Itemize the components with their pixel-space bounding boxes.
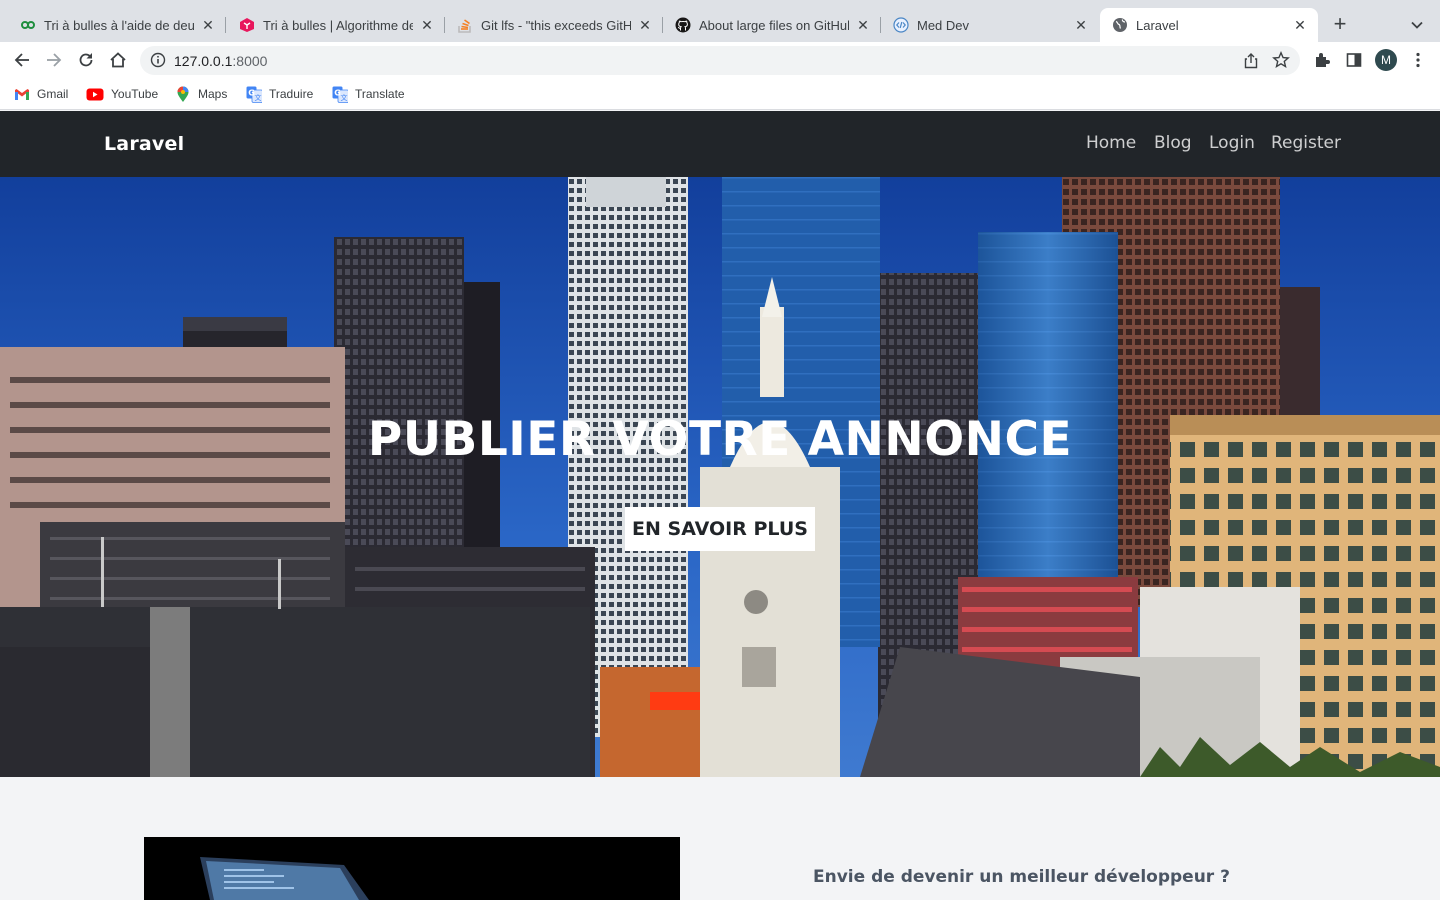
star-icon[interactable] [1272,51,1290,69]
globe-icon [1112,17,1128,33]
url-host: 127.0.0.1 [174,53,233,69]
address-bar[interactable]: 127.0.0.1:8000 [140,46,1300,75]
share-icon[interactable] [1242,52,1260,70]
reload-icon[interactable] [74,48,98,72]
translate-icon: G文 [246,86,262,103]
tab-strip: Tri à bulles à l'aide de deux ✕ Tri à bu… [0,0,1440,42]
youtube-icon [86,86,104,102]
url-text[interactable]: 127.0.0.1:8000 [174,53,267,69]
back-icon[interactable] [10,48,34,72]
close-icon[interactable]: ✕ [1073,17,1089,33]
tab-title: Laravel [1136,17,1179,33]
intro-section: Envie de devenir un meilleur développeur… [0,777,1440,900]
bookmark-label: Maps [198,87,228,101]
tab-3[interactable]: Git lfs - "this exceeds GitHu ✕ [445,8,663,42]
extensions-icon[interactable] [1312,50,1332,70]
svg-text:文: 文 [255,93,262,102]
bookmark-label: Gmail [37,87,69,101]
translate-icon: G文 [332,86,348,103]
site-navbar: Laravel Home Blog Login Register [0,111,1440,177]
site-brand[interactable]: Laravel [104,133,184,155]
gmail-icon [14,86,30,102]
github-icon [675,17,691,33]
tab-title: Tri à bulles à l'aide de deux [44,17,194,33]
hero-banner: PUBLIER VOTRE ANNONCE EN SAVOIR PLUS [0,177,1440,777]
maps-icon [175,86,191,102]
bookmark-label: YouTube [111,87,159,101]
laptop-image [144,837,680,900]
nav-link-register[interactable]: Register [1271,133,1341,153]
url-port: :8000 [232,53,268,69]
close-icon[interactable]: ✕ [637,17,653,33]
menu-kebab-icon[interactable] [1408,50,1428,70]
tab-6-active[interactable]: Laravel ✕ [1100,8,1318,42]
code-globe-icon [893,17,909,33]
browser-toolbar: 127.0.0.1:8000 M [0,42,1440,78]
close-icon[interactable]: ✕ [1292,17,1308,33]
bookmark-label: Traduire [269,87,314,101]
chevron-down-icon[interactable] [1406,14,1428,36]
bookmarks-bar: Gmail YouTube Maps G文 Traduire G文 Transl… [0,78,1440,110]
tab-2[interactable]: Tri à bulles | Algorithme de ✕ [227,8,445,42]
bookmark-translate[interactable]: G文 Translate [332,85,405,103]
forward-icon[interactable] [42,48,66,72]
tab-title: Tri à bulles | Algorithme de [263,17,413,33]
tab-5[interactable]: Med Dev ✕ [881,8,1099,42]
side-panel-icon[interactable] [1344,50,1364,70]
tab-title: Med Dev [917,17,970,33]
bookmark-youtube[interactable]: YouTube [86,85,158,103]
section-heading: Envie de devenir un meilleur développeur… [813,867,1230,887]
two-circles-icon [20,17,36,33]
info-icon[interactable] [150,52,166,68]
tab-4[interactable]: About large files on GitHub ✕ [663,8,881,42]
hero-title: PUBLIER VOTRE ANNONCE [367,412,1073,467]
learn-more-button[interactable]: EN SAVOIR PLUS [625,507,815,551]
tab-separator [225,17,226,33]
close-icon[interactable]: ✕ [419,17,435,33]
home-icon[interactable] [106,48,130,72]
nav-link-login[interactable]: Login [1209,133,1255,153]
stackoverflow-icon [457,17,473,33]
bookmark-traduire[interactable]: G文 Traduire [246,85,313,103]
bookmark-label: Translate [355,87,405,101]
cube-logo-icon [239,17,255,33]
tab-title: Git lfs - "this exceeds GitHu [481,17,631,33]
nav-link-blog[interactable]: Blog [1154,133,1192,153]
profile-avatar[interactable]: M [1375,49,1397,71]
tab-title: About large files on GitHub [699,17,849,33]
nav-link-home[interactable]: Home [1086,133,1136,153]
bookmark-gmail[interactable]: Gmail [14,85,68,103]
tab-1[interactable]: Tri à bulles à l'aide de deux ✕ [8,8,226,42]
bookmark-maps[interactable]: Maps [175,85,227,103]
svg-text:文: 文 [341,93,348,102]
close-icon[interactable]: ✕ [200,17,216,33]
close-icon[interactable]: ✕ [855,17,871,33]
city-skyline-image [0,177,1440,777]
new-tab-button[interactable]: + [1328,11,1352,36]
